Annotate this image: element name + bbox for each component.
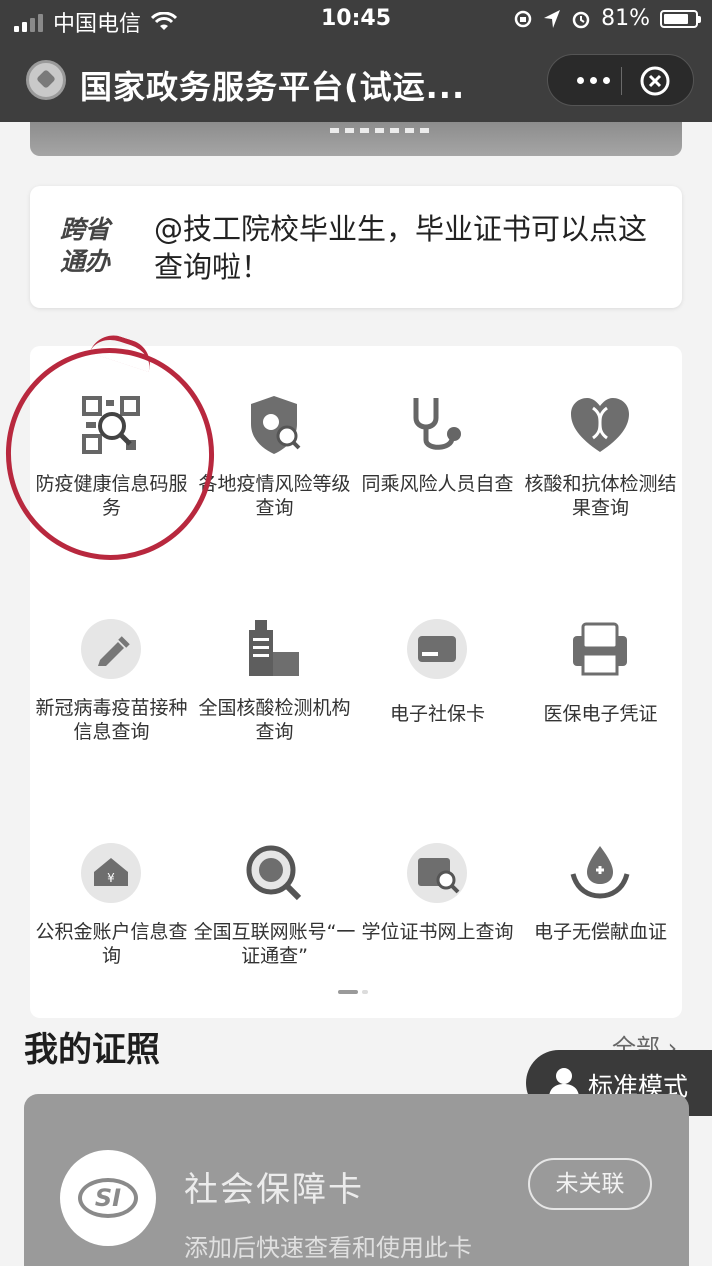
close-icon[interactable] bbox=[639, 65, 671, 97]
medical-insurance-icon bbox=[573, 622, 627, 676]
service-label: 全国互联网账号“一证通查” bbox=[193, 921, 356, 967]
more-options-button[interactable] bbox=[568, 65, 618, 95]
miniapp-capsule bbox=[547, 54, 694, 106]
title-bar: 国家政务服务平台(试运... bbox=[0, 40, 712, 122]
notice-card[interactable]: 跨省通办 @技工院校毕业生，毕业证书可以点这查询啦！ bbox=[30, 186, 682, 308]
battery-percent: 81% bbox=[601, 6, 650, 31]
social-card-icon bbox=[407, 619, 467, 679]
service-label: 新冠病毒疫苗接种信息查询 bbox=[35, 697, 188, 743]
service-label: 电子社保卡 bbox=[389, 703, 485, 725]
battery-icon bbox=[660, 9, 701, 28]
account-search-icon bbox=[246, 845, 302, 901]
housing-fund-icon: ¥ bbox=[81, 843, 141, 903]
section-title-my-certificates: 我的证照 bbox=[24, 1030, 160, 1070]
services-page-indicator bbox=[338, 990, 368, 994]
hospital-icon bbox=[249, 620, 299, 676]
blood-donation-icon bbox=[570, 846, 630, 899]
alarm-icon bbox=[572, 11, 590, 28]
rotation-lock-icon bbox=[514, 10, 532, 27]
service-label: 同乘风险人员自查 bbox=[361, 473, 514, 495]
social-security-card[interactable]: SI 社会保障卡 添加后快速查看和使用此卡 未关联 bbox=[24, 1094, 689, 1266]
social-security-logo-icon: SI bbox=[60, 1150, 156, 1246]
service-label: 核酸和抗体检测结果查询 bbox=[524, 473, 677, 519]
certificate-search-icon bbox=[407, 843, 467, 903]
status-bar: 中国电信 10:45 81% bbox=[0, 0, 712, 40]
service-label: 电子无偿献血证 bbox=[533, 921, 667, 943]
card-name: 社会保障卡 bbox=[184, 1170, 364, 1210]
service-label: 医保电子凭证 bbox=[543, 703, 658, 725]
service-label: 学位证书网上查询 bbox=[361, 921, 514, 943]
location-icon bbox=[544, 9, 561, 28]
notice-tag: 跨省通办 bbox=[60, 215, 111, 276]
card-hint: 添加后快速查看和使用此卡 bbox=[184, 1234, 472, 1262]
page-title: 国家政务服务平台(试运... bbox=[80, 68, 466, 106]
notice-text[interactable]: @技工院校毕业生，毕业证书可以点这查询啦！ bbox=[154, 210, 664, 286]
svg-text:¥: ¥ bbox=[107, 871, 115, 885]
service-label: 公积金账户信息查询 bbox=[35, 921, 188, 967]
dna-heart-icon bbox=[571, 398, 629, 452]
stethoscope-icon bbox=[413, 398, 461, 450]
virus-shield-icon bbox=[251, 396, 301, 454]
link-status-button[interactable]: 未关联 bbox=[528, 1158, 652, 1210]
national-emblem-icon bbox=[26, 60, 66, 100]
service-label: 全国核酸检测机构查询 bbox=[198, 697, 351, 743]
vaccine-icon bbox=[81, 619, 141, 679]
carousel-indicator bbox=[330, 128, 429, 133]
banner-carousel[interactable] bbox=[30, 122, 682, 156]
service-label: 各地疫情风险等级查询 bbox=[198, 473, 351, 519]
